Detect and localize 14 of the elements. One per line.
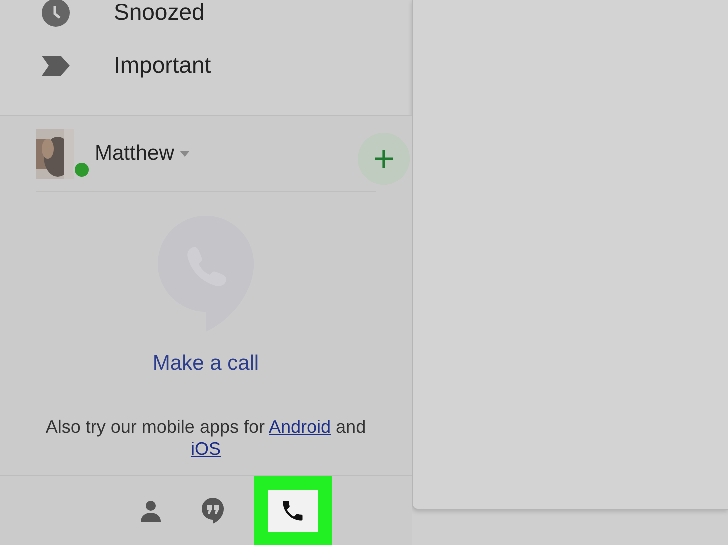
mobile-apps-note: Also try our mobile apps for Android and iOS <box>44 416 368 460</box>
quote-bubble-icon <box>202 498 224 524</box>
account-menu-button[interactable]: Matthew <box>95 143 190 164</box>
nav-item[interactable]: Important <box>0 39 412 92</box>
clock-icon <box>42 0 70 26</box>
store-link[interactable]: iOS <box>190 438 221 458</box>
tab[interactable] <box>254 476 332 545</box>
person-icon <box>140 500 162 522</box>
important-icon <box>42 56 70 76</box>
caret-icon <box>180 150 190 156</box>
nav-item[interactable]: Snoozed <box>0 0 412 39</box>
make-a-call-link[interactable]: Make a call <box>152 348 260 380</box>
plus-icon <box>374 149 394 169</box>
store-link[interactable]: Android <box>269 416 332 436</box>
